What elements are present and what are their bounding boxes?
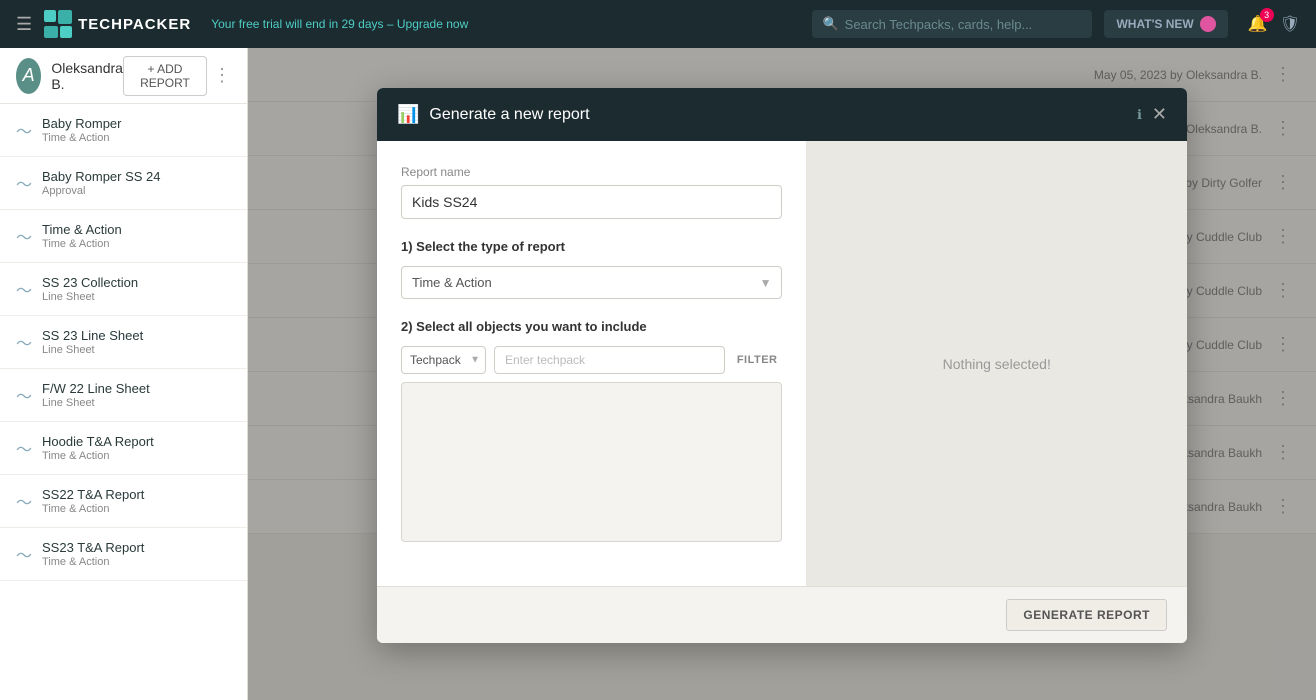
- notification-icon[interactable]: 🔔 3: [1248, 14, 1268, 34]
- sidebar-item[interactable]: 〜 SS22 T&A Report Time & Action: [0, 475, 247, 528]
- search-input[interactable]: [845, 17, 1083, 32]
- trend-icon: 〜: [16, 436, 32, 460]
- shield-icon[interactable]: 🛡: [1280, 14, 1300, 34]
- sidebar: A Oleksandra B. + ADD REPORT ⋮ 〜 Baby Ro…: [0, 48, 248, 700]
- modal-info-icon[interactable]: ℹ: [1137, 107, 1142, 123]
- chart-icon: 📊: [397, 104, 419, 125]
- modal-body: Report name 1) Select the type of report…: [377, 141, 1187, 586]
- trend-icon: 〜: [16, 330, 32, 354]
- modal-header: 📊 Generate a new report ℹ ✕: [377, 88, 1187, 141]
- object-list-area: [401, 382, 782, 542]
- report-name-input[interactable]: [401, 185, 782, 219]
- app-name: TECHPACKER: [78, 16, 191, 33]
- trend-icon: 〜: [16, 542, 32, 566]
- notification-badge: 3: [1260, 8, 1274, 22]
- modal-footer: GENERATE REPORT: [377, 586, 1187, 643]
- section2-label: 2) Select all objects you want to includ…: [401, 319, 782, 334]
- sidebar-item[interactable]: 〜 Baby Romper SS 24 Approval: [0, 157, 247, 210]
- topbar: ☰ TECHPACKER Your free trial will end in…: [0, 0, 1316, 48]
- sidebar-list: 〜 Baby Romper Time & Action 〜 Baby Rompe…: [0, 104, 247, 700]
- modal-left-panel: Report name 1) Select the type of report…: [377, 141, 807, 586]
- sidebar-item[interactable]: 〜 SS 23 Line Sheet Line Sheet: [0, 316, 247, 369]
- sidebar-item[interactable]: 〜 Time & Action Time & Action: [0, 210, 247, 263]
- report-name-label: Report name: [401, 165, 782, 179]
- section1-label: 1) Select the type of report: [401, 239, 782, 254]
- techpack-search-input[interactable]: [494, 346, 725, 374]
- techpack-select[interactable]: Techpack: [401, 346, 486, 374]
- content-area: May 05, 2023 by Oleksandra B. ⋮ May 05, …: [248, 48, 1316, 700]
- report-name-field: Report name: [401, 165, 782, 219]
- menu-icon[interactable]: ☰: [16, 14, 32, 35]
- logo: TECHPACKER: [44, 10, 191, 38]
- sidebar-header: A Oleksandra B. + ADD REPORT ⋮: [0, 48, 247, 104]
- search-bar[interactable]: 🔍: [812, 10, 1092, 38]
- trend-icon: 〜: [16, 224, 32, 248]
- trend-icon: 〜: [16, 383, 32, 407]
- trend-icon: 〜: [16, 118, 32, 142]
- objects-field: 2) Select all objects you want to includ…: [401, 319, 782, 542]
- upgrade-link[interactable]: Upgrade now: [397, 17, 468, 31]
- trend-icon: 〜: [16, 489, 32, 513]
- sidebar-username: Oleksandra B.: [51, 60, 123, 92]
- add-report-button[interactable]: + ADD REPORT: [123, 56, 207, 96]
- whats-new-button[interactable]: WHAT'S NEW: [1104, 10, 1227, 38]
- modal-title: Generate a new report: [429, 106, 1127, 124]
- report-type-field: 1) Select the type of report Time & Acti…: [401, 239, 782, 299]
- modal-close-button[interactable]: ✕: [1152, 104, 1167, 125]
- techpack-select-wrapper: Techpack ▼: [401, 346, 486, 374]
- whats-new-badge: [1200, 16, 1216, 32]
- search-icon: 🔍: [822, 16, 838, 32]
- sidebar-item[interactable]: 〜 F/W 22 Line Sheet Line Sheet: [0, 369, 247, 422]
- logo-icon: [44, 10, 72, 38]
- generate-report-button[interactable]: GENERATE REPORT: [1006, 599, 1167, 631]
- trend-icon: 〜: [16, 277, 32, 301]
- main-layout: A Oleksandra B. + ADD REPORT ⋮ 〜 Baby Ro…: [0, 48, 1316, 700]
- sidebar-item[interactable]: 〜 Baby Romper Time & Action: [0, 104, 247, 157]
- sidebar-item[interactable]: 〜 SS 23 Collection Line Sheet: [0, 263, 247, 316]
- modal-right-panel: Nothing selected!: [807, 141, 1188, 586]
- topbar-icons: 🔔 3 🛡: [1248, 14, 1300, 34]
- type-select-wrapper: Time & Action Line Sheet Approval ▼: [401, 266, 782, 299]
- avatar: A: [16, 58, 41, 94]
- sidebar-more-icon[interactable]: ⋮: [213, 65, 231, 86]
- modal-overlay: 📊 Generate a new report ℹ ✕ Report name: [248, 48, 1316, 700]
- trial-text: Your free trial will end in 29 days – Up…: [211, 17, 800, 31]
- sidebar-item[interactable]: 〜 SS23 T&A Report Time & Action: [0, 528, 247, 581]
- filter-button[interactable]: FILTER: [733, 348, 782, 372]
- nothing-selected-text: Nothing selected!: [943, 356, 1051, 372]
- report-type-select[interactable]: Time & Action Line Sheet Approval: [401, 266, 782, 299]
- sidebar-item[interactable]: 〜 Hoodie T&A Report Time & Action: [0, 422, 247, 475]
- generate-report-modal: 📊 Generate a new report ℹ ✕ Report name: [377, 88, 1187, 643]
- filter-row: Techpack ▼ FILTER: [401, 346, 782, 374]
- trend-icon: 〜: [16, 171, 32, 195]
